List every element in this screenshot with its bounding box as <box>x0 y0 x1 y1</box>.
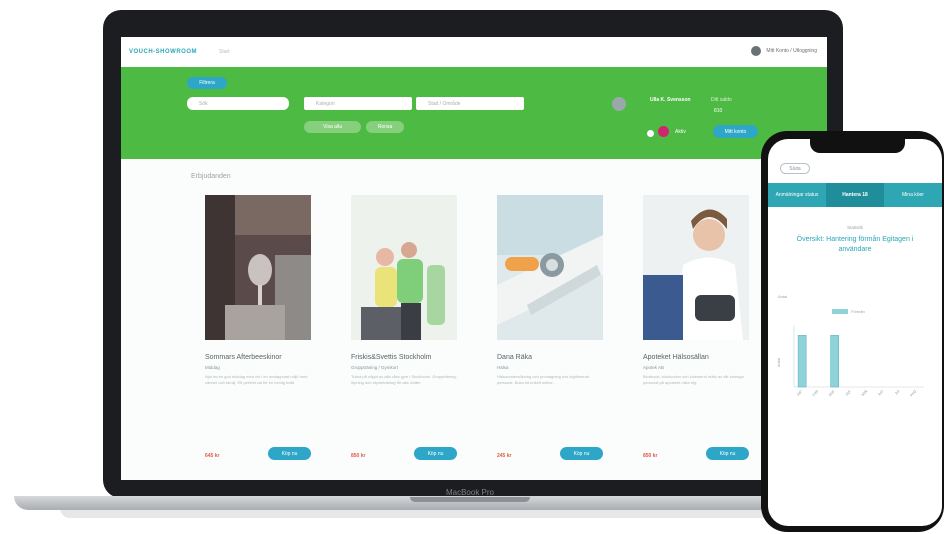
show-all-chip[interactable]: Visa alla <box>304 121 361 133</box>
offer-card[interactable]: Sommars Afterbeeskinor Middag Njut av en… <box>205 195 311 404</box>
buy-button[interactable]: Köp nu <box>706 447 749 460</box>
nav-link-start[interactable]: Start <box>219 49 230 55</box>
status-badge-icon <box>658 126 669 137</box>
user-icon <box>751 46 762 56</box>
balance-label: Ditt saldo <box>711 97 732 103</box>
chart-bar <box>830 335 839 388</box>
phone-bar-chart: Antal Jan Feb Mar Apr Maj Jun Jul Aug <box>776 325 924 398</box>
location-select[interactable]: Stad / Område <box>416 97 524 110</box>
phone-back-button[interactable]: Sluta <box>780 163 810 174</box>
laptop-screen: VOUCH-SHOWROOM Start Mitt Konto / Utlogg… <box>121 37 827 480</box>
legend-swatch <box>832 309 848 314</box>
chart-x-tick-label: Jun <box>876 389 884 397</box>
chart-x-tick-label: Maj <box>860 389 868 397</box>
account-menu[interactable]: Mitt Konto / Utloggning <box>751 46 817 56</box>
offer-description: Träna på något av alla våra gym i Stockh… <box>351 374 457 385</box>
phone-small-label: Statistik <box>847 225 863 230</box>
offer-card[interactable]: Dana Räka Hälsa Hälsoundersökning och pr… <box>497 195 603 404</box>
avatar <box>612 97 626 111</box>
phone-tab-applications[interactable]: Anmälningar status <box>768 183 826 207</box>
legend-label: Förmån <box>851 309 865 314</box>
chart-y-label: Antal <box>776 358 781 367</box>
showroom-stage: VOUCH-SHOWROOM Start Mitt Konto / Utlogg… <box>0 0 944 534</box>
laptop-notch <box>410 497 530 502</box>
chart-x-tick-label: Apr <box>844 388 852 397</box>
offer-photo-gym <box>351 195 457 340</box>
offer-description: Hälsoundersökning och provtagning hos le… <box>497 374 590 385</box>
buy-button[interactable]: Köp nu <box>268 447 311 460</box>
my-account-button[interactable]: Mitt konto <box>713 125 758 138</box>
phone-title: Översikt: Hantering förmån Egitagen i an… <box>796 236 914 253</box>
chart-bar <box>797 335 807 388</box>
chart-x-tick-label: Aug <box>909 389 917 398</box>
phone-axis-label: Antal <box>778 294 788 299</box>
offer-price: 645 kr <box>205 453 220 459</box>
offer-description: Njut av en god middag med vin i en avsla… <box>205 374 308 385</box>
offer-description: Blodtryck, blodsocker och kolesterol mät… <box>643 374 744 385</box>
brand-logo[interactable]: VOUCH-SHOWROOM <box>129 49 197 55</box>
offer-title: Friskis&Svettis Stockholm <box>351 354 432 361</box>
buy-button[interactable]: Köp nu <box>414 447 457 460</box>
chart-x-tick-label: Mar <box>827 388 835 397</box>
offer-price: 245 kr <box>497 453 512 459</box>
offer-title: Sommars Afterbeeskinor <box>205 354 282 361</box>
balance-value: 810 <box>714 108 723 114</box>
offer-title: Apoteket Hälsosällan <box>643 354 709 361</box>
offer-subtitle: Apotek AB <box>643 365 665 370</box>
phone-tab-manage[interactable]: Hantera 18 <box>826 183 884 207</box>
chart-x-tick-label: Jul <box>893 389 900 396</box>
offer-card[interactable]: Apoteket Hälsosällan Apotek AB Blodtryck… <box>643 195 749 404</box>
buy-button[interactable]: Köp nu <box>560 447 603 460</box>
clear-chip[interactable]: Rensa <box>366 121 404 133</box>
phone-tabs: Anmälningar status Hantera 18 Mina köer <box>768 183 942 207</box>
phone-screen: Sluta Anmälningar status Hantera 18 Mina… <box>768 139 942 526</box>
phone-legend: Förmån <box>832 309 865 314</box>
offer-subtitle: Middag <box>205 365 220 370</box>
offer-price: 850 kr <box>643 453 658 459</box>
user-name: Ulla K. Svensson <box>650 97 691 103</box>
filter-button[interactable]: Filtrera <box>187 77 227 89</box>
offer-photo-health <box>497 195 603 340</box>
account-label: Mitt Konto / Utloggning <box>766 48 817 54</box>
offer-subtitle: Hälsa <box>497 365 509 370</box>
offer-photo-pharmacy <box>643 195 749 340</box>
phone-tab-queues[interactable]: Mina köer <box>884 183 942 207</box>
offer-price: 850 kr <box>351 453 366 459</box>
chart-x-tick-label: Jan <box>795 389 803 397</box>
status-dot-icon <box>647 130 654 137</box>
phone-notch <box>810 139 905 153</box>
category-select[interactable]: Kategori <box>304 97 412 110</box>
offer-photo-dinner <box>205 195 311 340</box>
offer-subtitle: Gruppträning / Gymkort <box>351 365 399 370</box>
section-title: Erbjudanden <box>191 173 231 180</box>
status-label: Aktiv <box>675 129 686 135</box>
search-hero: Filtrera Sök Kategori Stad / Område Visa… <box>121 67 827 159</box>
offer-card[interactable]: Friskis&Svettis Stockholm Gruppträning /… <box>351 195 457 404</box>
offer-title: Dana Räka <box>497 354 533 361</box>
search-input[interactable]: Sök <box>187 97 289 110</box>
app-topbar: VOUCH-SHOWROOM Start Mitt Konto / Utlogg… <box>121 37 827 67</box>
chart-x-tick-label: Feb <box>811 388 819 397</box>
